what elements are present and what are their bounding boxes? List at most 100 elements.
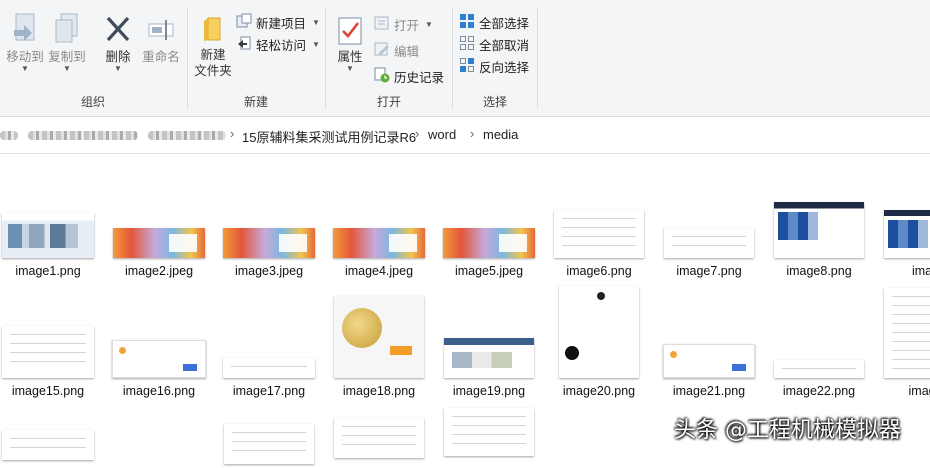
file-name: image21.png (672, 384, 746, 398)
copy-to-button[interactable]: 复制到 ▼ (46, 12, 88, 73)
open-button[interactable]: 打开 ▼ (374, 14, 433, 34)
file-name: image8.png (786, 264, 852, 278)
easy-access-button[interactable]: 轻松访问 ▼ (236, 34, 320, 54)
file-item[interactable] (324, 416, 434, 458)
file-thumbnail (444, 408, 534, 456)
file-thumbnail (663, 344, 755, 378)
file-name: image2.jpeg (124, 264, 194, 278)
file-item[interactable]: image (874, 206, 930, 282)
open-group-label: 打开 (376, 95, 401, 109)
file-thumbnail (333, 228, 425, 258)
file-thumbnail (334, 418, 424, 458)
history-button[interactable]: 历史记录 (374, 66, 444, 86)
file-item[interactable]: image20.png (544, 284, 654, 402)
file-item[interactable]: image7.png (654, 206, 764, 282)
watermark: 头条 @工程机械模拟器 (674, 418, 901, 443)
file-thumbnail (774, 202, 864, 258)
move-to-icon (10, 12, 40, 49)
properties-checklist-icon (337, 16, 363, 49)
breadcrumb-item[interactable]: media (483, 127, 518, 142)
file-item[interactable] (214, 422, 324, 464)
file-name: image7.png (676, 264, 742, 278)
file-thumbnail (224, 424, 314, 464)
invert-selection-button[interactable]: 反向选择 (459, 56, 529, 76)
file-item[interactable]: image22.png (764, 284, 874, 402)
file-item[interactable]: image5.jpeg (434, 206, 544, 282)
delete-button[interactable]: 删除 ▼ (98, 12, 138, 73)
invert-selection-icon (459, 57, 475, 76)
file-name: image17.png (232, 384, 306, 398)
history-icon (374, 67, 390, 86)
file-item[interactable]: image21.png (654, 284, 764, 402)
file-item[interactable]: image2 (874, 284, 930, 402)
file-thumbnail (2, 212, 94, 258)
breadcrumb-chevron-icon: › (230, 126, 235, 141)
select-none-button[interactable]: 全部取消 (459, 34, 529, 54)
file-name: image1.png (15, 264, 81, 278)
file-thumbnail (2, 326, 94, 378)
open-group: 属性 ▼ 打开 ▼ 编辑 历史记录 打开 (326, 0, 452, 116)
file-item[interactable]: image19.png (434, 284, 544, 402)
file-item[interactable]: image16.png (104, 284, 214, 402)
file-name: image6.png (566, 264, 632, 278)
redacted-path-segment (0, 131, 18, 140)
copy-to-icon (52, 12, 82, 49)
file-item[interactable] (0, 428, 103, 468)
breadcrumb-chevron-icon: › (470, 126, 475, 141)
file-name: image19.png (452, 384, 526, 398)
breadcrumb-item[interactable]: word (428, 127, 456, 142)
rename-button[interactable]: 重命名 (138, 12, 184, 65)
move-to-button[interactable]: 移动到 ▼ (4, 12, 46, 73)
file-name: image22.png (782, 384, 856, 398)
file-thumbnail (559, 286, 639, 378)
file-item[interactable]: image2.jpeg (104, 206, 214, 282)
file-list: image1.png image2.jpeg image3.jpeg image… (0, 154, 930, 464)
file-name: image16.png (122, 384, 196, 398)
folder-icon (198, 14, 228, 47)
edit-pencil-icon (374, 41, 390, 60)
file-name: image20.png (562, 384, 636, 398)
new-item-icon (236, 13, 252, 32)
file-thumbnail (223, 228, 315, 258)
file-item[interactable]: image1.png (0, 206, 103, 282)
select-group: 全部选择 全部取消 反向选择 选择 (453, 0, 537, 116)
select-all-button[interactable]: 全部选择 (459, 12, 529, 32)
address-bar[interactable]: › 15原辅料集采测试用例记录R6 › word › media (0, 117, 930, 154)
organize-group-label: 组织 (80, 95, 105, 109)
new-item-button[interactable]: 新建项目 ▼ (236, 12, 320, 32)
file-name: image4.jpeg (344, 264, 414, 278)
file-item[interactable]: image8.png (764, 202, 874, 282)
file-item[interactable]: image15.png (0, 284, 103, 402)
rename-icon (146, 12, 176, 49)
file-name: image2 (908, 384, 930, 398)
new-group-label: 新建 (243, 95, 268, 109)
properties-button[interactable]: 属性 ▼ (330, 16, 370, 73)
select-none-icon (459, 35, 475, 54)
file-item[interactable]: image3.jpeg (214, 206, 324, 282)
file-item[interactable]: image18.png (324, 284, 434, 402)
file-thumbnail (112, 340, 206, 378)
file-thumbnail (774, 360, 864, 378)
file-item[interactable]: image6.png (544, 206, 654, 282)
delete-x-icon (103, 12, 133, 49)
easy-access-icon (236, 35, 252, 54)
breadcrumb-item[interactable]: 15原辅料集采测试用例记录R6 (242, 127, 416, 146)
open-icon (374, 15, 390, 34)
file-thumbnail (113, 228, 205, 258)
file-item[interactable] (434, 406, 544, 456)
select-group-label: 选择 (482, 95, 507, 109)
edit-button[interactable]: 编辑 (374, 40, 419, 60)
breadcrumb-chevron-icon: › (415, 126, 420, 141)
file-name: image (911, 264, 930, 278)
file-thumbnail (444, 338, 534, 378)
file-name: image18.png (342, 384, 416, 398)
file-item[interactable]: image4.jpeg (324, 206, 434, 282)
file-item[interactable]: image17.png (214, 284, 324, 402)
group-divider (537, 8, 538, 108)
file-thumbnail (884, 288, 930, 378)
file-thumbnail (2, 430, 94, 460)
file-name: image5.jpeg (454, 264, 524, 278)
organize-group: 移动到 ▼ 复制到 ▼ 删除 ▼ 重命名 组织 (0, 0, 186, 116)
new-folder-button[interactable]: 新建 文件夹 (192, 14, 234, 79)
redacted-path-segment (148, 131, 226, 140)
